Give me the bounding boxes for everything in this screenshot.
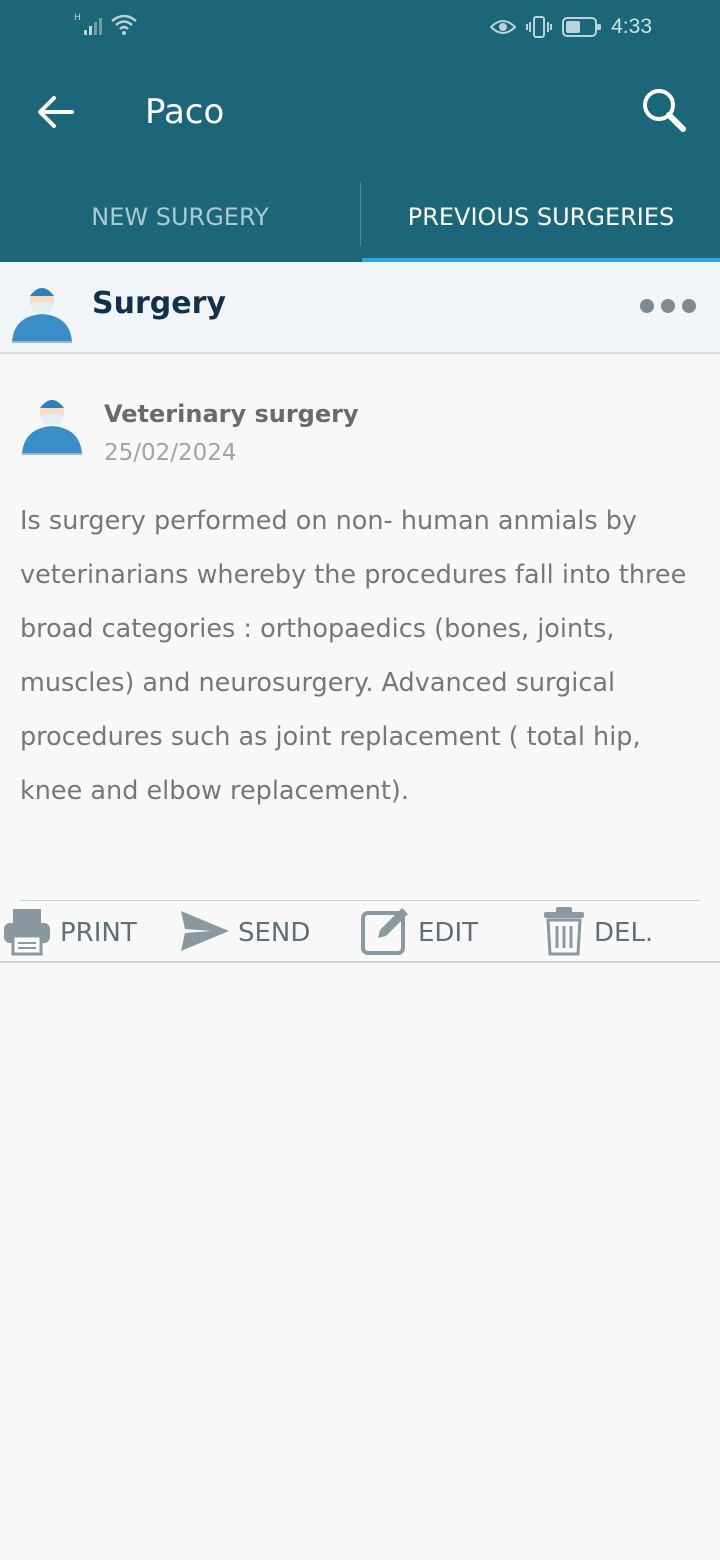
section-header: Surgery [0,262,720,354]
status-time: 4:33 [611,15,652,38]
record-date: 25/02/2024 [104,440,237,466]
section-title: Surgery [92,286,226,321]
search-icon [639,85,689,139]
vibrate-icon [526,15,552,43]
print-button[interactable]: PRINT [2,905,137,961]
more-dot [640,299,654,313]
print-label: PRINT [60,918,137,948]
eye-icon [489,17,517,41]
tab-new-surgery[interactable]: NEW SURGERY [0,172,360,262]
more-options-button[interactable] [640,292,696,320]
edit-button[interactable]: EDIT [360,905,478,961]
delete-label: DEL. [594,918,654,948]
send-label: SEND [238,918,311,948]
edit-label: EDIT [418,918,478,948]
surgeon-avatar-icon [20,392,84,458]
surgeon-avatar-icon [10,280,74,346]
more-dot [682,299,696,313]
record-actions: PRINT SEND EDIT DEL. [0,901,720,963]
status-bar: H 4:33 [0,0,720,56]
app-bar: H 4:33 Paco NEW SURGERY PREVIOUS SURGERI… [0,0,720,263]
toolbar: Paco [0,56,720,172]
send-button[interactable]: SEND [180,905,310,961]
tab-divider [360,182,361,246]
page-title: Paco [145,92,225,132]
record-title: Veterinary surgery [104,400,359,428]
back-arrow-icon [36,94,76,134]
signal-icon: H [74,12,104,40]
svg-text:H: H [74,13,81,23]
tab-previous-surgeries[interactable]: PREVIOUS SURGERIES [362,172,720,262]
send-icon [180,909,230,957]
more-dot [661,299,675,313]
status-right-icons [489,15,602,43]
tab-bar: NEW SURGERY PREVIOUS SURGERIES [0,172,720,263]
record-description: Is surgery performed on non- human anmia… [20,506,687,806]
status-left: H [74,12,138,40]
trash-icon [542,906,586,960]
wifi-icon [110,12,138,40]
delete-button[interactable]: DEL. [542,905,653,961]
edit-icon [360,906,410,960]
battery-icon [562,16,602,42]
search-button[interactable] [636,84,692,140]
printer-icon [2,906,52,960]
back-button[interactable] [30,88,82,140]
